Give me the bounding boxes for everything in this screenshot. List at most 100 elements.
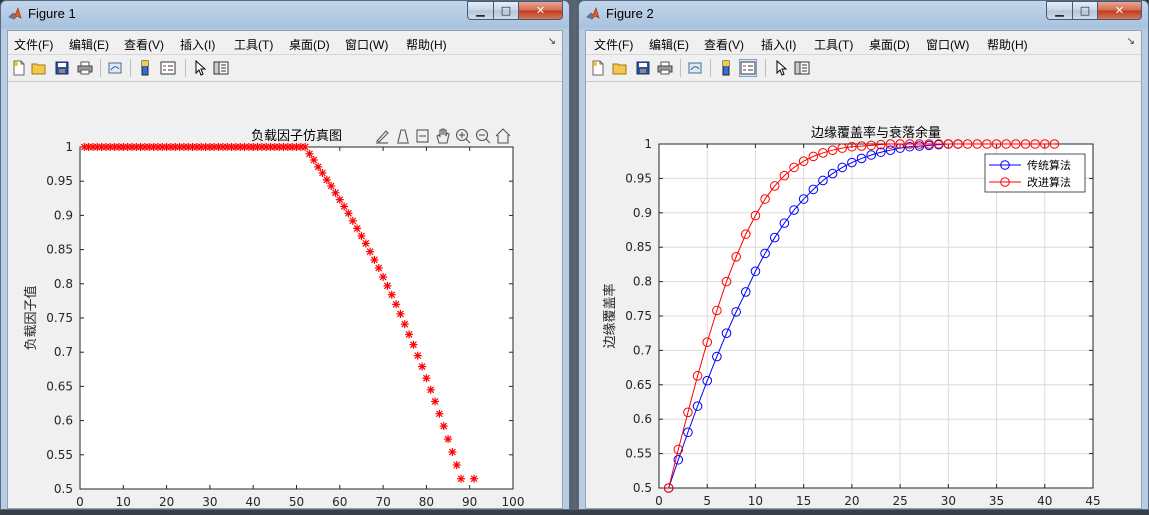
brush-shape — [376, 130, 389, 143]
save-button[interactable] — [634, 59, 652, 77]
menu-overflow-icon[interactable]: ↘ — [548, 36, 556, 47]
edit-plot-button[interactable] — [772, 59, 790, 77]
rotate-icon[interactable] — [416, 129, 429, 143]
data-point — [426, 385, 435, 394]
menu-file[interactable]: 文件(F) — [14, 36, 53, 53]
figure-client-area: 文件(F) 编辑(E) 查看(V) 插入(I) 工具(T) 桌面(D) 窗口(W… — [7, 30, 563, 515]
y-tick-label: 1 — [644, 137, 652, 151]
toolbar-separator — [680, 59, 681, 77]
data-point — [314, 162, 323, 171]
new-figure-button[interactable] — [10, 59, 28, 77]
minimize-button[interactable]: ▁ — [467, 1, 493, 20]
property-editor-button[interactable] — [793, 59, 811, 77]
property-editor-icon — [794, 61, 810, 75]
data-point — [340, 202, 349, 211]
legend-button[interactable] — [739, 59, 757, 77]
title-bar[interactable]: Figure 2 ▁ □ ✕ — [579, 1, 1148, 28]
matlab-logo-icon — [586, 7, 600, 20]
data-point — [383, 281, 392, 290]
y-tick-label: 0.65 — [625, 378, 652, 392]
open-file-button[interactable] — [30, 59, 48, 77]
zoom-in-icon[interactable] — [455, 128, 471, 144]
menu-view[interactable]: 查看(V) — [704, 36, 744, 53]
menu-view[interactable]: 查看(V) — [124, 36, 164, 53]
title-bar[interactable]: Figure 1 ▁ □ ✕ — [1, 1, 569, 28]
maximize-icon: □ — [1079, 4, 1091, 17]
home-icon[interactable] — [495, 128, 511, 144]
open-folder-icon — [612, 63, 627, 75]
open-file-button[interactable] — [611, 59, 629, 77]
x-tick-label: 20 — [844, 494, 859, 508]
edit-plot-button[interactable] — [191, 59, 209, 77]
figure-2-window: Figure 2 ▁ □ ✕ 文件(F) 编辑(E) 查看(V) 插入(I) 工… — [578, 0, 1149, 515]
link-plot-button[interactable] — [106, 59, 124, 77]
window-title: Figure 2 — [606, 6, 654, 21]
figure-toolbar — [8, 55, 562, 82]
house-shape — [495, 128, 511, 144]
data-point — [361, 239, 370, 248]
menu-insert[interactable]: 插入(I) — [761, 36, 796, 53]
menu-insert[interactable]: 插入(I) — [180, 36, 215, 53]
minimize-icon: ▁ — [1055, 4, 1064, 17]
new-figure-button[interactable] — [589, 59, 607, 77]
data-point — [409, 340, 418, 349]
property-editor-button[interactable] — [212, 59, 230, 77]
print-button[interactable] — [656, 59, 674, 77]
menu-tools[interactable]: 工具(T) — [234, 36, 273, 53]
colorbar-button[interactable] — [136, 59, 154, 77]
print-button[interactable] — [76, 59, 94, 77]
data-point — [353, 224, 362, 233]
menu-overflow-icon[interactable]: ↘ — [1127, 36, 1135, 47]
y-tick-label: 0.55 — [46, 448, 73, 462]
y-tick-label: 0.5 — [54, 482, 73, 496]
pan-icon[interactable] — [436, 128, 450, 144]
menu-window[interactable]: 窗口(W) — [345, 36, 388, 53]
maximize-button[interactable]: □ — [1072, 1, 1097, 20]
menu-window[interactable]: 窗口(W) — [926, 36, 969, 53]
toolbar-separator — [185, 59, 186, 77]
y-tick-label: 0.75 — [625, 309, 652, 323]
colorbar-button[interactable] — [717, 59, 735, 77]
menu-help[interactable]: 帮助(H) — [406, 36, 447, 53]
data-point — [435, 409, 444, 418]
data-point — [396, 309, 405, 318]
x-tick-label: 0 — [76, 495, 84, 509]
menu-file[interactable]: 文件(F) — [594, 36, 633, 53]
close-icon: ✕ — [1114, 4, 1125, 17]
close-button[interactable]: ✕ — [518, 1, 563, 20]
menu-desktop[interactable]: 桌面(D) — [289, 36, 330, 53]
data-point — [413, 351, 422, 360]
link-plot-button[interactable] — [686, 59, 704, 77]
data-point — [470, 474, 479, 483]
minimize-icon: ▁ — [476, 4, 485, 17]
x-tick-label: 20 — [159, 495, 174, 509]
chart-1: 0 10 20 30 40 50 60 70 80 90 100 0.5 0.55 0.6 0.65 0.7 0… — [23, 128, 524, 515]
y-tick-label: 0.9 — [54, 208, 73, 222]
menu-edit[interactable]: 编辑(E) — [649, 36, 689, 53]
menu-help[interactable]: 帮助(H) — [987, 36, 1028, 53]
menu-tools[interactable]: 工具(T) — [814, 36, 853, 53]
colorbar-icon — [141, 60, 149, 76]
close-button[interactable]: ✕ — [1097, 1, 1142, 20]
figure-client-area: 文件(F) 编辑(E) 查看(V) 插入(I) 工具(T) 桌面(D) 窗口(W… — [585, 30, 1142, 515]
datatip-icon[interactable] — [397, 129, 409, 144]
zoom-out-icon[interactable] — [475, 128, 491, 144]
save-icon — [55, 61, 69, 75]
y-tick-label: 0.55 — [625, 447, 652, 461]
legend-label: 传统算法 — [1027, 158, 1071, 172]
x-tick-label: 0 — [655, 494, 663, 508]
minimize-button[interactable]: ▁ — [1046, 1, 1072, 20]
pointer-arrow-icon — [776, 60, 787, 76]
menu-edit[interactable]: 编辑(E) — [69, 36, 109, 53]
close-icon: ✕ — [535, 4, 546, 17]
data-point — [318, 168, 327, 177]
menu-desktop[interactable]: 桌面(D) — [869, 36, 910, 53]
save-button[interactable] — [53, 59, 71, 77]
menu-bar: 文件(F) 编辑(E) 查看(V) 插入(I) 工具(T) 桌面(D) 窗口(W… — [586, 31, 1141, 55]
maximize-button[interactable]: □ — [493, 1, 518, 20]
brush-icon[interactable] — [376, 130, 389, 144]
x-tick-label: 10 — [748, 494, 763, 508]
chart-2: 0 5 10 15 20 25 30 35 40 45 0.5 0.55 0.6 0.65 0.7 0.75 0… — [602, 125, 1101, 515]
data-point — [448, 448, 457, 457]
legend-button[interactable] — [159, 59, 177, 77]
